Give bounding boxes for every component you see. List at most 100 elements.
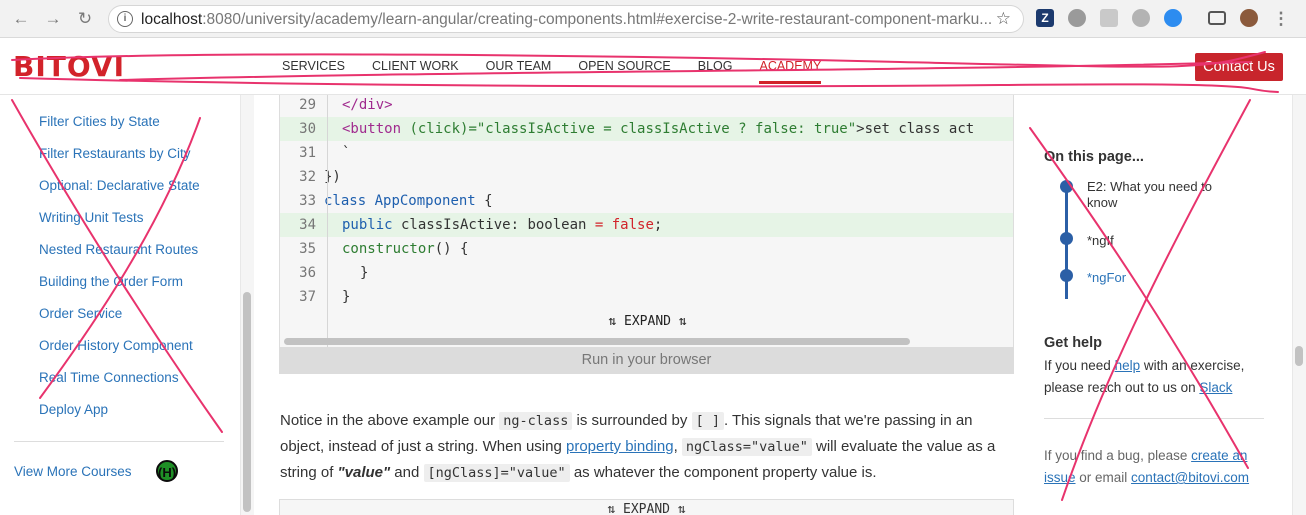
- code-token: public: [342, 217, 393, 233]
- profile-avatar[interactable]: [1240, 9, 1258, 27]
- help-text: If you need: [1044, 358, 1115, 373]
- code-token: classIsActive: [392, 217, 511, 233]
- get-help-text: If you need help with an exercise, pleas…: [1044, 355, 1274, 399]
- toc-item-e2[interactable]: E2: What you need to know: [1087, 179, 1237, 211]
- sidebar-item-filter-cities[interactable]: Filter Cities by State: [39, 114, 160, 129]
- code-horizontal-scrollbar[interactable]: [284, 338, 910, 345]
- toc-title: On this page...: [1044, 149, 1144, 165]
- code-line: 35 constructor() {: [280, 237, 1013, 261]
- forward-arrow-icon[interactable]: →: [42, 8, 64, 30]
- explanation-paragraph: Notice in the above example our ng-class…: [280, 408, 1020, 486]
- code-line: 37}: [280, 285, 1013, 309]
- code-block: 29 </div> 30 <button (click)="classIsActiv…: [279, 95, 1014, 347]
- toc-item-ngif[interactable]: *ngIf: [1087, 233, 1237, 249]
- code-line: 36}: [280, 261, 1013, 285]
- chat-icon[interactable]: [1164, 9, 1182, 27]
- main-nav: SERVICES CLIENT WORK OUR TEAM OPEN SOURC…: [282, 59, 848, 84]
- contact-us-button[interactable]: Contact Us: [1195, 53, 1283, 81]
- email-link[interactable]: contact@bitovi.com: [1131, 470, 1249, 485]
- line-number: 30: [299, 121, 316, 137]
- line-number: 31: [299, 145, 316, 161]
- code-token: >set class act: [856, 121, 975, 137]
- report-bug-text: If you find a bug, please create an issu…: [1044, 445, 1274, 489]
- line-number: 36: [299, 265, 316, 281]
- code-token: {: [475, 193, 493, 209]
- circle-icon[interactable]: [1068, 9, 1086, 27]
- code-token: `: [342, 145, 351, 161]
- property-binding-link[interactable]: property binding: [566, 438, 674, 455]
- nav-client-work[interactable]: CLIENT WORK: [372, 59, 459, 84]
- slack-link[interactable]: Slack: [1199, 380, 1232, 395]
- panel-divider: [1044, 418, 1264, 419]
- run-in-browser-button[interactable]: Run in your browser: [279, 347, 1014, 374]
- nav-open-source[interactable]: OPEN SOURCE: [578, 59, 670, 84]
- inline-code: ng-class: [499, 412, 573, 430]
- url-text[interactable]: localhost:8080/university/academy/learn-…: [141, 11, 992, 29]
- code-line: 32}): [280, 165, 1013, 189]
- line-number: 35: [299, 241, 316, 257]
- zotero-icon[interactable]: Z: [1036, 9, 1054, 27]
- sidebar-divider: [14, 441, 224, 442]
- code-token: <button: [342, 121, 402, 137]
- toc-dot: [1060, 232, 1073, 245]
- code-token: constructor: [342, 241, 435, 257]
- code-token: () {: [434, 241, 469, 257]
- bug-text: If you find a bug, please: [1044, 448, 1192, 463]
- line-number: 33: [299, 193, 316, 209]
- page-scrollbar-thumb[interactable]: [1295, 346, 1303, 366]
- bitovi-logo[interactable]: BITOVI: [13, 50, 125, 83]
- sidebar-item-declarative-state[interactable]: Optional: Declarative State: [39, 178, 200, 193]
- prose-text: is surrounded by: [572, 412, 692, 429]
- toc-dot: [1060, 180, 1073, 193]
- line-number: 32: [299, 169, 316, 185]
- sidebar-item-deploy-app[interactable]: Deploy App: [39, 402, 108, 417]
- nav-academy[interactable]: ACADEMY: [759, 59, 822, 84]
- page-scrollbar[interactable]: [1292, 95, 1306, 515]
- inline-code: [ngClass]="value": [423, 464, 570, 482]
- sidebar-item-unit-tests[interactable]: Writing Unit Tests: [39, 210, 144, 225]
- code-line: 29 </div>: [280, 95, 1013, 117]
- prose-text: and: [390, 464, 424, 481]
- nav-our-team[interactable]: OUR TEAM: [486, 59, 552, 84]
- code-token: : boolean: [510, 217, 595, 233]
- code-token: (click)=: [401, 121, 477, 137]
- sidebar-item-order-form[interactable]: Building the Order Form: [39, 274, 183, 289]
- toc-item-ngfor[interactable]: *ngFor: [1087, 270, 1237, 286]
- address-bar[interactable]: i localhost:8080/university/academy/lear…: [108, 5, 1024, 33]
- bookmark-star-icon[interactable]: ☆: [996, 9, 1011, 29]
- code-token: false: [603, 217, 654, 233]
- puzzle-icon[interactable]: [1100, 9, 1118, 27]
- sidebar-item-real-time[interactable]: Real Time Connections: [39, 370, 179, 385]
- url-path: :8080/university/academy/learn-angular/c…: [202, 11, 993, 28]
- prose-text: as whatever the component property value…: [569, 464, 877, 481]
- nav-services[interactable]: SERVICES: [282, 59, 345, 84]
- code-token: }: [342, 289, 351, 305]
- expand-button[interactable]: ⇅ EXPAND ⇅: [280, 310, 1013, 334]
- bug-text: or email: [1075, 470, 1132, 485]
- nav-blog[interactable]: BLOG: [698, 59, 733, 84]
- emphasis-text: "value": [337, 464, 391, 481]
- toc-dot: [1060, 269, 1073, 282]
- info-icon[interactable]: i: [117, 11, 133, 27]
- courses-logo-icon[interactable]: (H): [156, 460, 178, 482]
- gear-icon[interactable]: [1132, 9, 1150, 27]
- sidebar-scrollbar-thumb[interactable]: [243, 292, 251, 512]
- menu-kebab-icon[interactable]: ⋮: [1270, 8, 1292, 30]
- view-more-courses-link[interactable]: View More Courses: [14, 464, 132, 479]
- code-token: "classIsActive = classIsActive ? false: …: [476, 121, 857, 137]
- line-number: 29: [299, 97, 316, 113]
- second-code-block-expand[interactable]: ⇅ EXPAND ⇅: [279, 499, 1014, 515]
- code-token: </div>: [342, 97, 393, 113]
- sidebar-item-nested-routes[interactable]: Nested Restaurant Routes: [39, 242, 198, 257]
- sidebar-item-order-service[interactable]: Order Service: [39, 306, 122, 321]
- code-line: 33 class AppComponent {: [280, 189, 1013, 213]
- back-arrow-icon[interactable]: ←: [10, 8, 32, 30]
- sidebar-item-filter-restaurants[interactable]: Filter Restaurants by City: [39, 146, 191, 161]
- reload-icon[interactable]: ↻: [74, 8, 96, 30]
- url-host: localhost: [141, 11, 203, 28]
- sidebar-item-order-history[interactable]: Order History Component: [39, 338, 193, 353]
- code-line: 30 <button (click)="classIsActive = class…: [280, 117, 1013, 141]
- help-link[interactable]: help: [1115, 358, 1141, 373]
- cast-icon[interactable]: [1208, 11, 1226, 25]
- get-help-title: Get help: [1044, 335, 1103, 351]
